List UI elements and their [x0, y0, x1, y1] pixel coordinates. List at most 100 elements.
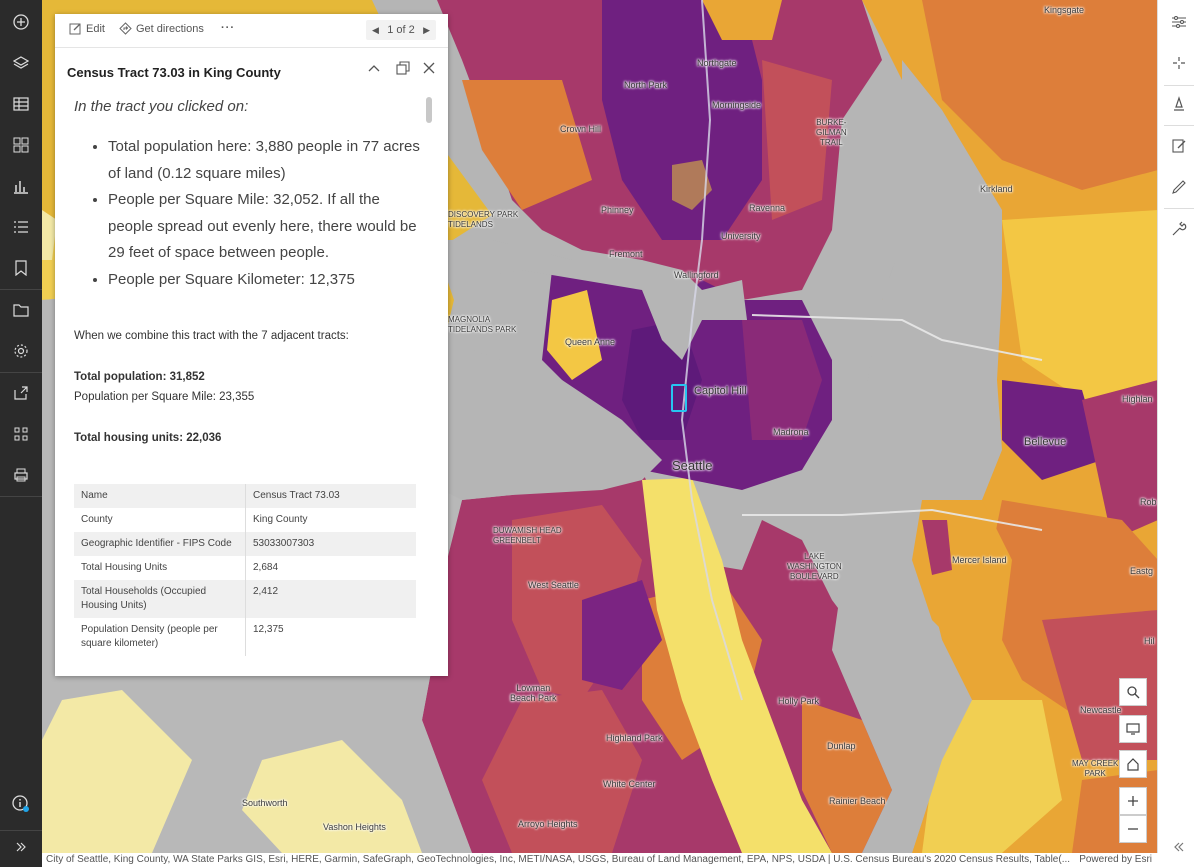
table-row: Name Census Tract 73.03 — [74, 484, 416, 508]
right-toolbar — [1157, 0, 1200, 867]
popup-scrollbar[interactable] — [426, 97, 432, 123]
directions-label: Get directions — [136, 22, 204, 35]
map-label: Dunlap — [827, 741, 856, 751]
map-label: MAGNOLIA TIDELANDS PARK — [448, 315, 517, 334]
map-label: Southworth — [242, 798, 288, 808]
popup-bullets: Total population here: 3,880 people in 7… — [74, 134, 428, 293]
total-housing-units: Total housing units: 22,036 — [74, 432, 222, 444]
map-label: Arroyo Heights — [518, 819, 578, 829]
search-icon[interactable] — [1119, 678, 1147, 706]
map-label: Newcastle — [1080, 705, 1122, 715]
field-value: 53033007303 — [253, 538, 315, 549]
edit-icon — [69, 23, 81, 35]
table-row: Total Housing Units 2,684 — [74, 556, 416, 580]
field-value: King County — [253, 514, 308, 525]
map-label: MAY CREEK PARK — [1072, 759, 1119, 778]
folder-icon[interactable] — [0, 294, 42, 326]
edit-label: Edit — [86, 22, 105, 35]
bullet-item: Total population here: 3,880 people in 7… — [108, 134, 428, 187]
pager-label: 1 of 2 — [387, 24, 415, 36]
field-name: Population Density (people per square ki… — [74, 618, 246, 656]
map-label: West Seattle — [528, 580, 579, 590]
settings-icon[interactable] — [0, 335, 42, 367]
table-row: Geographic Identifier - FIPS Code 5303300… — [74, 532, 416, 556]
map-label: Wallingford — [674, 270, 719, 280]
share-icon[interactable] — [0, 377, 42, 409]
config-icon[interactable] — [1158, 213, 1200, 245]
styles-icon[interactable] — [1158, 88, 1200, 120]
close-icon[interactable] — [421, 60, 437, 76]
map-label: Holly Park — [778, 696, 820, 706]
print-icon[interactable] — [0, 459, 42, 491]
get-directions-button[interactable]: Get directions — [119, 22, 204, 35]
popup-title: Census Tract 73.03 in King County — [67, 65, 281, 80]
field-value: 12,375 — [253, 624, 284, 635]
map-label: Morningside — [712, 100, 762, 110]
zoom-out-icon[interactable] — [1119, 815, 1147, 843]
field-name: Total Households (Occupied Housing Units… — [74, 580, 246, 618]
field-name: Total Housing Units — [74, 556, 246, 580]
monitor-icon[interactable] — [1119, 715, 1147, 743]
effects-icon[interactable] — [1158, 47, 1200, 79]
map-label: BURKE- GILMAN TRAIL — [816, 118, 847, 147]
edit-button[interactable]: Edit — [69, 22, 105, 35]
attribution-bar: City of Seattle, King County, WA State P… — [42, 853, 1158, 867]
map-label: University — [721, 231, 761, 241]
edit-icon[interactable] — [1158, 130, 1200, 162]
collapse-popup-icon[interactable] — [366, 60, 382, 76]
combine-text: When we combine this tract with the 7 ad… — [74, 330, 349, 342]
map-label: DISCOVERY PARK TIDELANDS — [448, 210, 519, 229]
map-label: Bellevue — [1024, 436, 1067, 448]
popup-content[interactable]: In the tract you clicked on: Total popul… — [55, 94, 430, 676]
map-label: Queen Anne — [565, 337, 616, 347]
map-label: Rainier Beach — [829, 796, 886, 806]
more-button[interactable]: ··· — [221, 22, 235, 34]
powered-by[interactable]: Powered by Esri — [1079, 853, 1152, 867]
add-icon[interactable] — [0, 6, 42, 38]
map-label: LAKE WASHINGTON BOULEVARD — [787, 552, 842, 581]
attribution-text[interactable]: City of Seattle, King County, WA State P… — [46, 853, 1076, 867]
legend-icon[interactable] — [0, 129, 42, 161]
field-name: Geographic Identifier - FIPS Code — [74, 532, 246, 556]
layers-icon[interactable] — [0, 47, 42, 79]
field-value: 2,412 — [253, 586, 279, 597]
fields-table: Name Census Tract 73.03 County King County… — [74, 484, 416, 656]
field-value: Census Tract 73.03 — [253, 490, 340, 501]
dock-icon[interactable] — [395, 60, 411, 76]
table-row: Population Density (people per square ki… — [74, 618, 416, 656]
map-label: Rob — [1140, 497, 1157, 507]
collapse-icon[interactable] — [1158, 831, 1200, 863]
feature-pager: ◀ 1 of 2 ▶ — [366, 20, 436, 40]
prev-icon[interactable]: ◀ — [372, 25, 379, 36]
map-label: North Park — [624, 80, 668, 90]
bullet-item: People per Square Kilometer: 12,375 — [108, 267, 428, 294]
left-toolbar — [0, 0, 42, 867]
sketch-icon[interactable] — [1158, 171, 1200, 203]
map-label: Capitol Hill — [694, 385, 747, 397]
map-label: Kingsgate — [1044, 5, 1085, 15]
map-label: Lowman Beach Park — [510, 683, 557, 703]
feature-popup: Edit Get directions ··· ◀ 1 of 2 ▶ Censu… — [55, 14, 448, 676]
field-name: Name — [74, 484, 246, 508]
home-icon[interactable] — [1119, 750, 1147, 778]
popup-toolbar: Edit Get directions ··· ◀ 1 of 2 ▶ — [55, 14, 448, 48]
map-label: Mercer Island — [952, 555, 1007, 565]
bullet-item: People per Square Mile: 32,052. If all t… — [108, 187, 428, 267]
info-icon[interactable] — [0, 788, 42, 820]
bookmark-icon[interactable] — [0, 252, 42, 284]
map-label: DUWAMISH HEAD GREENBELT — [493, 526, 562, 545]
field-value: 2,684 — [253, 562, 279, 573]
map-label: Kirkland — [980, 184, 1013, 194]
zoom-in-icon[interactable] — [1119, 787, 1147, 815]
map-label: Highland Park — [606, 733, 663, 743]
filter-icon[interactable] — [1158, 6, 1200, 38]
apps-icon[interactable] — [0, 418, 42, 450]
map-label: Phinney — [601, 205, 634, 215]
expand-icon[interactable] — [0, 831, 42, 863]
table-icon[interactable] — [0, 88, 42, 120]
map-label: Northgate — [697, 58, 737, 68]
properties-icon[interactable] — [0, 211, 42, 243]
charts-icon[interactable] — [0, 170, 42, 202]
next-icon[interactable]: ▶ — [423, 25, 430, 36]
directions-icon — [119, 22, 132, 35]
